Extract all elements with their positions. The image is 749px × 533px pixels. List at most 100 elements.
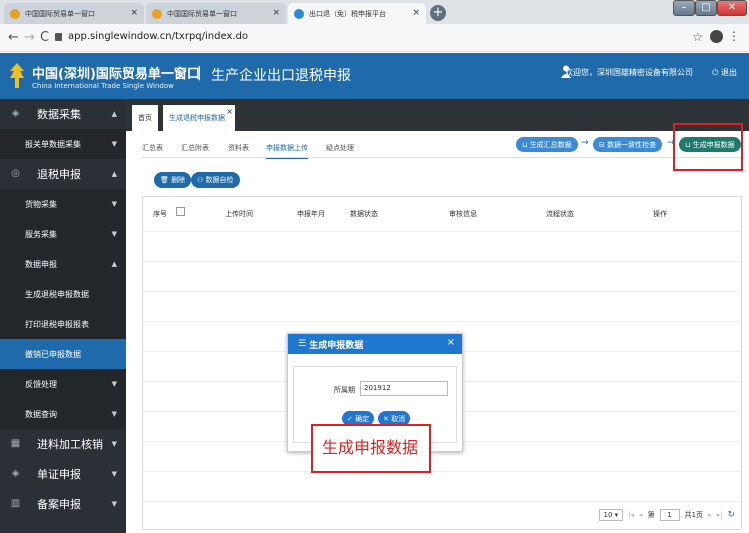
delete-button[interactable]: 🗑 删除 <box>154 172 192 188</box>
new-tab-button[interactable]: + <box>430 5 446 21</box>
period-input[interactable]: 201912 <box>360 381 448 396</box>
sidebar-item-feedback[interactable]: 反馈处理 ▼ <box>0 369 126 399</box>
column-header: 序号 <box>153 210 167 218</box>
next-page-icon[interactable]: ▸ <box>708 511 712 519</box>
sidebar: ◈ 数据采集 ▲ 报关单数据采集 ▼ ◎ 退税申报 ▲ 货物采集 ▼ 服务采集 … <box>0 99 126 533</box>
sidebar-item-data-collection[interactable]: ◈ 数据采集 ▲ <box>0 99 126 129</box>
row-divider <box>143 501 741 502</box>
prev-page-icon[interactable]: ◂ <box>639 511 643 519</box>
tab-home[interactable]: 首页 <box>132 105 158 131</box>
logout-label: 退出 <box>721 68 737 77</box>
dialog-header: ☰ 生成申报数据 × <box>288 334 462 354</box>
reload-icon[interactable]: C <box>40 30 49 45</box>
site-favicon-icon <box>294 8 304 19</box>
caret-down-icon: ▼ <box>111 500 117 508</box>
close-icon[interactable]: × <box>130 8 138 18</box>
caret-down-icon: ▼ <box>111 230 117 238</box>
select-all-checkbox[interactable] <box>176 207 185 216</box>
self-check-button[interactable]: ⚇ 数据自检 <box>191 172 240 188</box>
tab-generate-refund-data[interactable]: 生成退税申报数据 × <box>163 105 235 131</box>
sidebar-item-tax-refund[interactable]: ◎ 退税申报 ▲ <box>0 159 126 189</box>
layers-icon: ◈ <box>11 468 20 479</box>
minimize-button[interactable]: – <box>673 0 695 16</box>
sidebar-item-label: 备案申报 <box>37 498 81 511</box>
sidebar-item-label: 打印退税申报报表 <box>25 319 89 329</box>
profile-icon[interactable] <box>710 30 723 43</box>
sidebar-item-filing[interactable]: ▥ 备案申报 ▼ <box>0 489 126 519</box>
browser-tab-2[interactable]: 中国国际贸易单一窗口 × <box>146 3 286 24</box>
column-header: 流程状态 <box>546 210 574 218</box>
caret-down-icon: ▼ <box>111 200 117 208</box>
maximize-button[interactable]: □ <box>695 0 717 16</box>
emblem-logo-icon <box>10 63 24 88</box>
caret-up-icon: ▲ <box>111 170 117 178</box>
column-header: 上传时间 <box>225 210 253 218</box>
page-size-select[interactable]: 10 ▾ <box>598 509 624 521</box>
sidebar-item-revoke[interactable]: 撤销已申报数据 <box>0 339 126 369</box>
sidebar-item-label: 货物采集 <box>25 199 57 209</box>
menu-icon[interactable]: ⋮ <box>728 29 740 43</box>
sidebar-item-label: 生成退税申报数据 <box>25 289 89 299</box>
tab-summary[interactable]: 汇总表 <box>142 143 163 153</box>
bookmark-star-icon[interactable]: ☆ <box>692 30 703 44</box>
caret-down-icon: ▼ <box>111 440 117 448</box>
consistency-check-button[interactable]: ⊟ 数据一致性检查 <box>593 137 663 152</box>
header-separator: | <box>197 65 202 81</box>
browser-tab-1[interactable]: 中国国际贸易单一窗口 × <box>4 3 144 24</box>
generate-summary-button[interactable]: ⊔ 生成汇总数据 <box>516 137 578 152</box>
highlight-box <box>673 123 743 171</box>
browser-tab-strip: 中国国际贸易单一窗口 × 中国国际贸易单一窗口 × 出口退（免）税申报平台 × … <box>0 0 749 24</box>
forward-icon[interactable]: → <box>24 30 35 45</box>
brand-name[interactable]: 中国(深圳)国际贸易单一窗口 <box>32 63 200 82</box>
sidebar-item-query[interactable]: 数据查询 ▼ <box>0 399 126 429</box>
brand-name-en: China International Trade Single Window <box>32 82 174 90</box>
tab-info-table[interactable]: 资料表 <box>228 143 249 153</box>
url-field[interactable]: app.singlewindow.cn/txrpq/index.do <box>68 31 248 42</box>
sidebar-item-print[interactable]: 打印退税申报报表 <box>0 309 126 339</box>
page-number-input[interactable]: 1 <box>659 509 680 521</box>
export-icon: ⊔ <box>522 140 530 149</box>
dialog-close-button[interactable]: × <box>447 337 455 348</box>
back-icon[interactable]: ← <box>8 30 19 45</box>
sidebar-item-label: 数据查询 <box>25 409 57 419</box>
close-icon[interactable]: × <box>272 8 280 18</box>
period-label: 所属期 <box>334 386 355 394</box>
close-icon[interactable]: × <box>226 107 233 116</box>
logout-button[interactable]: ⏻ 退出 <box>712 67 737 78</box>
caret-up-icon: ▲ <box>111 110 117 118</box>
row-divider <box>143 291 741 292</box>
sidebar-item-processing[interactable]: ▦ 进料加工核销 ▼ <box>0 429 126 459</box>
window-close-button[interactable]: ✕ <box>717 0 747 16</box>
row-divider <box>143 321 741 322</box>
sidebar-item-goods[interactable]: 货物采集 ▼ <box>0 189 126 219</box>
arrow-right-icon: → <box>581 138 589 148</box>
sidebar-item-services[interactable]: 服务采集 ▼ <box>0 219 126 249</box>
tab-summary-attachment[interactable]: 汇总附表 <box>181 143 209 153</box>
browser-tab-1-label: 中国国际贸易单一窗口 <box>25 9 95 18</box>
column-header: 数据状态 <box>350 210 378 218</box>
button-label: 数据自检 <box>205 176 234 184</box>
app-header: 中国(深圳)国际贸易单一窗口 China International Trade… <box>0 53 749 99</box>
list-icon: ☰ <box>298 339 310 349</box>
first-page-icon[interactable]: |◂ <box>628 511 634 519</box>
sidebar-item-data-declare[interactable]: 数据申报 ▲ <box>0 249 126 279</box>
sidebar-item-label: 数据申报 <box>25 259 57 269</box>
shield-icon: ◎ <box>11 168 20 179</box>
sidebar-item-documents[interactable]: ◈ 单证申报 ▼ <box>0 459 126 489</box>
app-title: 生产企业出口退税申报 <box>211 68 351 84</box>
caret-down-icon: ▼ <box>111 410 117 418</box>
refresh-icon[interactable]: ↻ <box>727 510 735 520</box>
annotation-text: 生成申报数据 <box>322 438 419 457</box>
row-divider <box>143 231 741 232</box>
button-label: 删除 <box>171 176 186 184</box>
trash-icon: 🗑 <box>160 176 172 184</box>
browser-tab-3[interactable]: 出口退（免）税申报平台 × <box>288 3 426 24</box>
close-icon[interactable]: × <box>412 8 420 18</box>
sidebar-item-label: 进料加工核销 <box>37 438 103 451</box>
check-user-icon: ⚇ <box>197 176 206 184</box>
last-page-icon[interactable]: ▸| <box>717 511 723 519</box>
sidebar-item-generate[interactable]: 生成退税申报数据 <box>0 279 126 309</box>
sidebar-item-customs-data[interactable]: 报关单数据采集 ▼ <box>0 129 126 159</box>
tab-doubtful-points[interactable]: 疑点处理 <box>326 143 354 153</box>
page-label-prefix: 第 <box>647 511 655 519</box>
